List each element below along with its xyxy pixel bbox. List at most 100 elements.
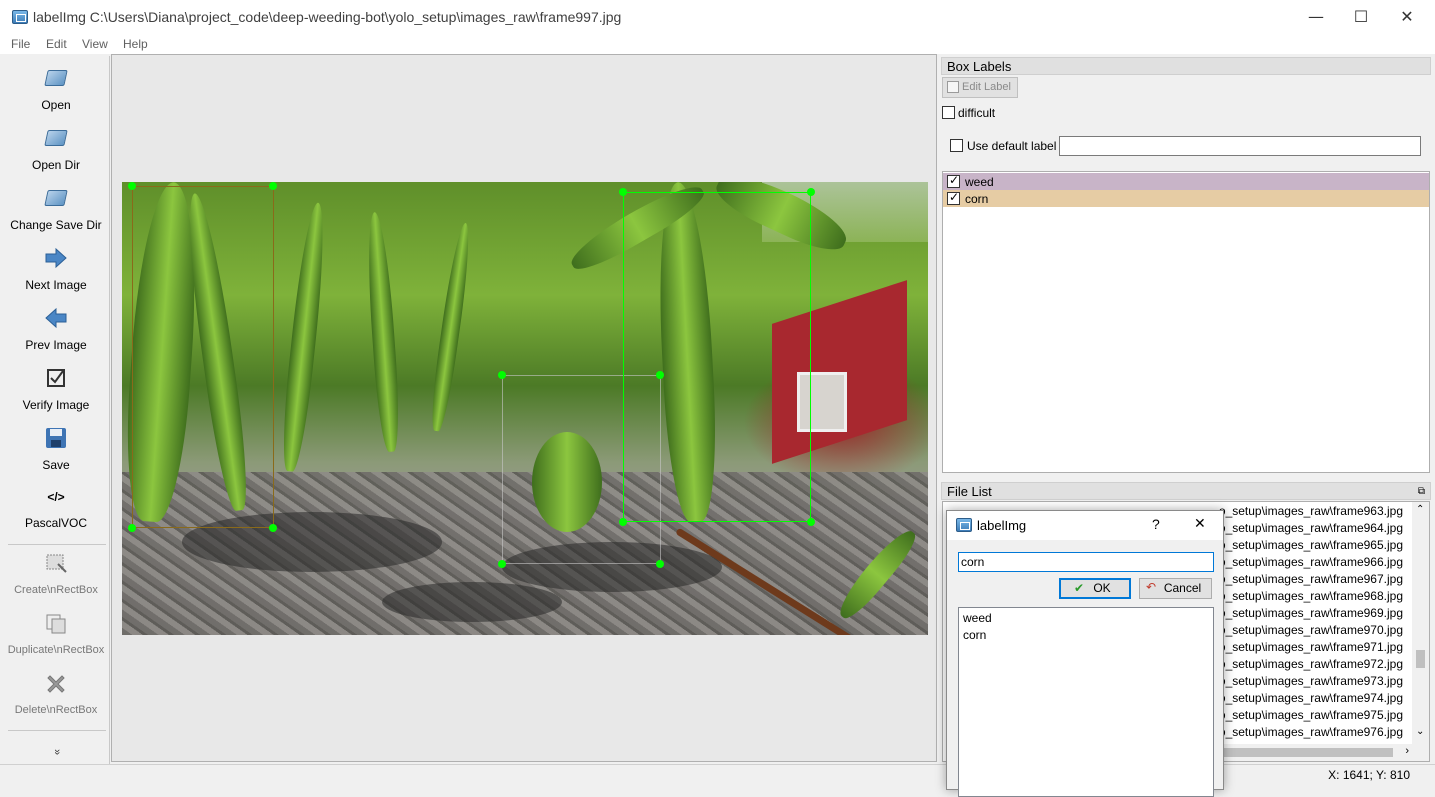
duplicate-icon: [44, 612, 68, 636]
scroll-right-chevron-icon[interactable]: ›: [1405, 745, 1409, 757]
label-weed-checkbox[interactable]: [947, 173, 960, 188]
bbox-vertex-handle[interactable]: [807, 518, 815, 526]
horizontal-scroll-thumb[interactable]: [1223, 748, 1393, 757]
file-list-item[interactable]: o_setup\images_raw\frame966.jpg: [1219, 555, 1403, 569]
bbox-corn-selected[interactable]: [623, 192, 811, 522]
use-default-label-checkbox[interactable]: [950, 139, 963, 152]
file-list-item[interactable]: o_setup\images_raw\frame973.jpg: [1219, 674, 1403, 688]
toolbar-separator: [8, 730, 106, 731]
bbox-vertex-handle[interactable]: [269, 182, 277, 190]
bbox-vertex-handle[interactable]: [498, 560, 506, 568]
edit-label-text: Edit Label: [962, 81, 1011, 93]
labelimg-app-icon: [12, 10, 28, 24]
change-save-dir-button[interactable]: Change Save Dir: [4, 186, 108, 232]
box-labels-dock-title: Box Labels: [941, 57, 1431, 75]
file-list-title-text: File List: [947, 484, 992, 499]
file-list-item[interactable]: o_setup\images_raw\frame976.jpg: [1219, 725, 1403, 739]
floppy-disk-icon: [44, 426, 68, 450]
difficult-checkbox[interactable]: [942, 106, 955, 119]
float-dock-icon[interactable]: ⧉: [1418, 483, 1425, 500]
toolbar-separator: [8, 544, 106, 545]
dialog-app-icon: [956, 518, 972, 532]
check-icon: ✔: [1074, 581, 1085, 595]
save-button[interactable]: Save: [4, 426, 108, 472]
prev-image-button[interactable]: Prev Image: [4, 306, 108, 352]
edit-pencil-icon: [947, 81, 959, 93]
arrow-left-icon: [44, 306, 68, 330]
file-list-vertical-scrollbar[interactable]: ⌃ ⌄: [1412, 502, 1429, 744]
edit-label-button[interactable]: Edit Label: [942, 77, 1018, 98]
save-label: Save: [42, 458, 70, 472]
bbox-vertex-handle[interactable]: [619, 188, 627, 196]
photo-shadow: [382, 582, 562, 622]
bbox-vertex-handle[interactable]: [269, 524, 277, 532]
duplicate-rectbox-button[interactable]: Duplicate\nRectBox: [4, 612, 108, 656]
file-list-item[interactable]: o_setup\images_raw\frame970.jpg: [1219, 623, 1403, 637]
dialog-label-list[interactable]: weed corn: [958, 607, 1214, 797]
label-text-input[interactable]: [958, 552, 1214, 572]
dialog-ok-button[interactable]: ✔ OK: [1059, 578, 1131, 599]
open-dir-button[interactable]: Open Dir: [4, 126, 108, 172]
file-list-item[interactable]: o_setup\images_raw\frame968.jpg: [1219, 589, 1403, 603]
label-item-corn[interactable]: corn: [943, 190, 1429, 207]
bbox-vertex-handle[interactable]: [128, 524, 136, 532]
bbox-vertex-handle[interactable]: [656, 371, 664, 379]
create-rectbox-label: Create\nRectBox: [14, 584, 98, 596]
bbox-corn-left[interactable]: [132, 186, 274, 528]
bbox-vertex-handle[interactable]: [498, 371, 506, 379]
label-weed-text: weed: [965, 175, 994, 189]
scroll-up-chevron-icon[interactable]: ⌃: [1416, 504, 1424, 515]
bbox-vertex-handle[interactable]: [128, 182, 136, 190]
dialog-help-button[interactable]: ?: [1152, 516, 1160, 532]
delete-rectbox-button[interactable]: Delete\nRectBox: [4, 672, 108, 716]
create-rectbox-button[interactable]: Create\nRectBox: [4, 552, 108, 596]
file-list-item[interactable]: o_setup\images_raw\frame971.jpg: [1219, 640, 1403, 654]
change-save-dir-label: Change Save Dir: [10, 218, 102, 232]
menu-help[interactable]: Help: [123, 37, 148, 51]
open-label: Open: [41, 98, 71, 112]
file-list-item[interactable]: o_setup\images_raw\frame963.jpg: [1219, 504, 1403, 518]
next-image-button[interactable]: Next Image: [4, 246, 108, 292]
dialog-label-option[interactable]: corn: [963, 628, 986, 642]
bbox-vertex-handle[interactable]: [619, 518, 627, 526]
label-corn-checkbox[interactable]: [947, 190, 960, 205]
dialog-close-button[interactable]: ✕: [1194, 516, 1206, 532]
minimize-button[interactable]: —: [1293, 0, 1339, 34]
menu-edit[interactable]: Edit: [46, 37, 67, 51]
photo-corn-stalk: [277, 201, 331, 473]
file-list-item[interactable]: o_setup\images_raw\frame967.jpg: [1219, 572, 1403, 586]
default-label-input[interactable]: [1059, 136, 1421, 156]
annotated-photo[interactable]: [122, 182, 928, 635]
file-list-item[interactable]: o_setup\images_raw\frame965.jpg: [1219, 538, 1403, 552]
difficult-label: difficult: [958, 106, 996, 120]
file-list-horizontal-scrollbar[interactable]: ›: [1223, 744, 1429, 761]
create-box-icon: [44, 552, 68, 576]
menu-file[interactable]: File: [11, 37, 30, 51]
toolbar-extension-chevron-icon[interactable]: »: [51, 747, 63, 757]
duplicate-rectbox-label: Duplicate\nRectBox: [7, 644, 105, 656]
dialog-cancel-button[interactable]: ↶ Cancel: [1139, 578, 1212, 599]
bbox-vertex-handle[interactable]: [656, 560, 664, 568]
cursor-coordinates: X: 1641; Y: 810: [1328, 768, 1410, 782]
verify-image-button[interactable]: Verify Image: [4, 366, 108, 412]
use-default-label-text: Use default label: [967, 139, 1057, 153]
image-canvas[interactable]: [111, 54, 937, 762]
file-list-item[interactable]: o_setup\images_raw\frame974.jpg: [1219, 691, 1403, 705]
prev-image-label: Prev Image: [25, 338, 87, 352]
dialog-label-option[interactable]: weed: [963, 611, 992, 625]
format-toggle-button[interactable]: </> PascalVOC: [4, 488, 108, 530]
file-list-item[interactable]: o_setup\images_raw\frame975.jpg: [1219, 708, 1403, 722]
close-window-button[interactable]: ✕: [1384, 0, 1430, 34]
file-list-item[interactable]: o_setup\images_raw\frame969.jpg: [1219, 606, 1403, 620]
open-button[interactable]: Open: [4, 66, 108, 112]
undo-arrow-icon: ↶: [1146, 580, 1157, 594]
label-item-weed[interactable]: weed: [943, 173, 1429, 190]
bbox-vertex-handle[interactable]: [807, 188, 815, 196]
file-list-item[interactable]: o_setup\images_raw\frame972.jpg: [1219, 657, 1403, 671]
menu-view[interactable]: View: [82, 37, 108, 51]
vertical-scroll-thumb[interactable]: [1416, 650, 1425, 668]
scroll-down-chevron-icon[interactable]: ⌄: [1416, 726, 1424, 737]
maximize-button[interactable]: ☐: [1338, 0, 1384, 34]
label-list[interactable]: weed corn: [942, 171, 1430, 473]
file-list-item[interactable]: o_setup\images_raw\frame964.jpg: [1219, 521, 1403, 535]
